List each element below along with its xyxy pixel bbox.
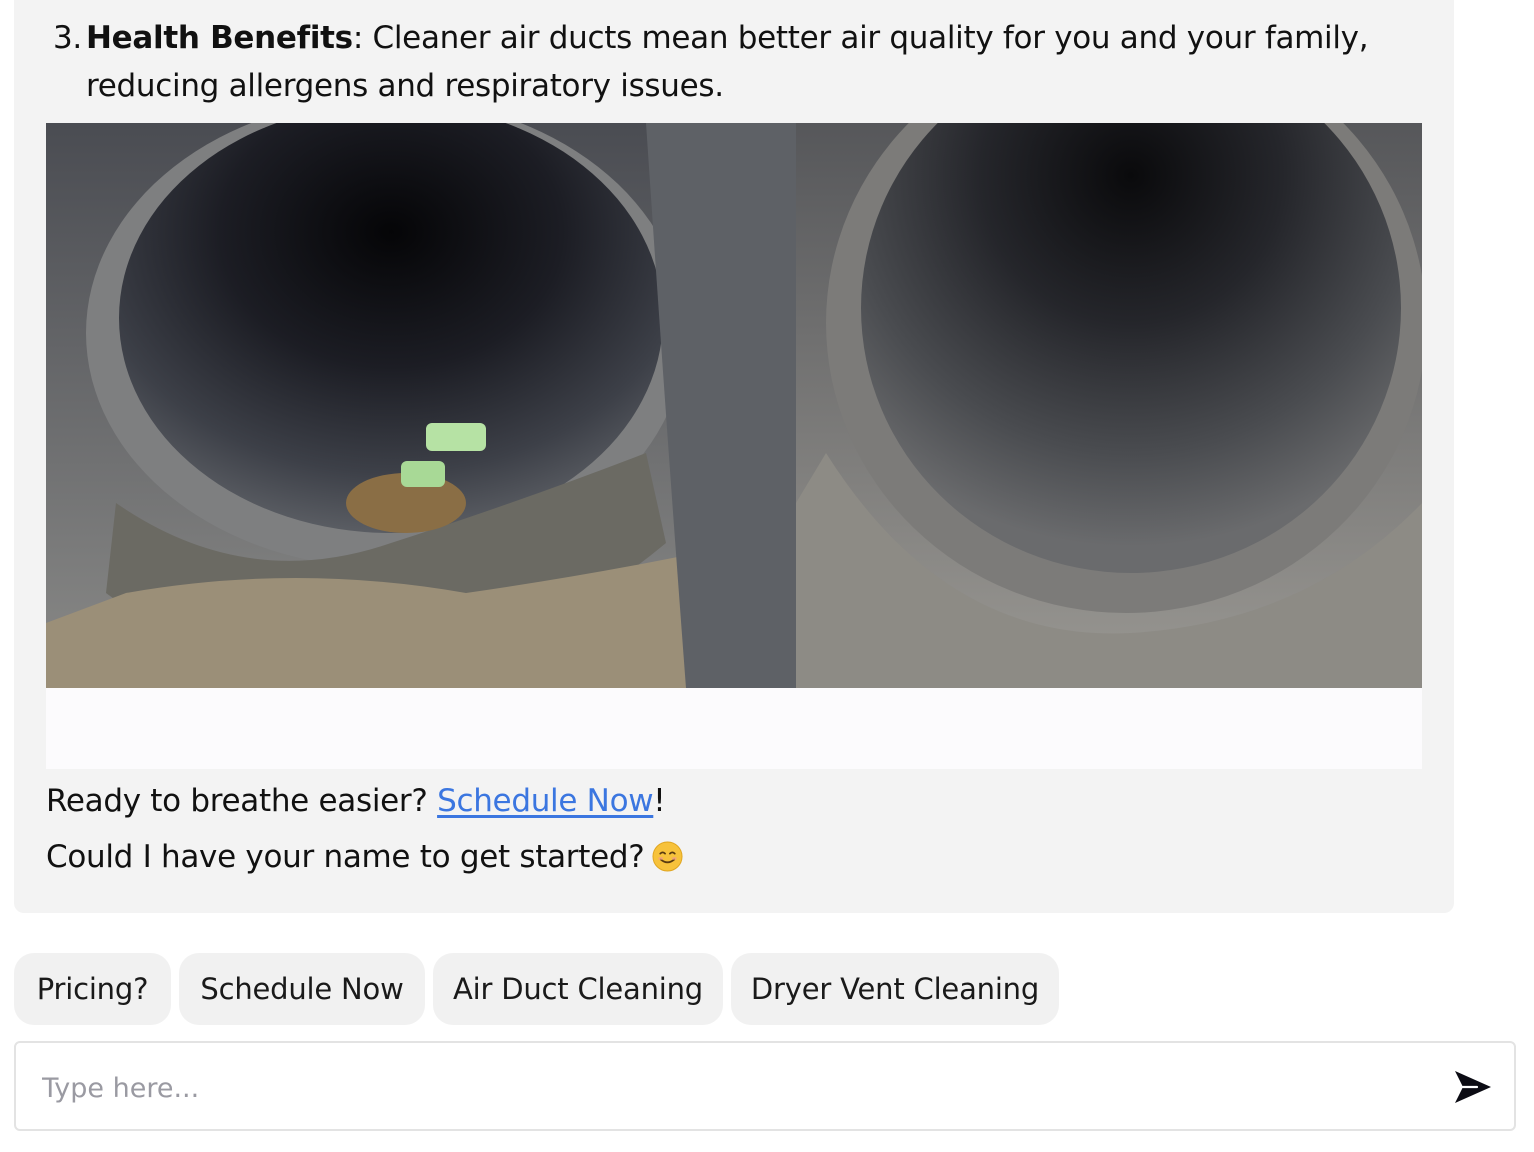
before-after-duct-photo [46,123,1422,769]
message-input[interactable] [40,1061,1424,1115]
benefit-list-item: 3. Health Benefits: Cleaner air ducts me… [53,14,1413,110]
list-number: 3. [53,20,82,56]
name-prompt-line: Could I have your name to get started? [46,837,683,877]
list-item-body: Health Benefits: Cleaner air ducts mean … [86,14,1413,110]
message-composer [14,1041,1516,1131]
quick-reply-schedule-now[interactable]: Schedule Now [179,953,425,1025]
schedule-now-link[interactable]: Schedule Now [437,783,654,819]
cta-prefix: Ready to breathe easier? [46,783,438,819]
quick-reply-dryer-vent-cleaning[interactable]: Dryer Vent Cleaning [731,953,1059,1025]
quick-reply-pricing[interactable]: Pricing? [14,953,171,1025]
list-item-label: Health Benefits [86,20,353,56]
cta-suffix: ! [653,783,666,819]
send-icon[interactable] [1453,1069,1493,1105]
quick-reply-air-duct-cleaning[interactable]: Air Duct Cleaning [433,953,723,1025]
cta-line: Ready to breathe easier? Schedule Now! [46,781,666,821]
name-prompt: Could I have your name to get started? [46,839,645,875]
smiling-face-emoji-icon [652,841,683,872]
